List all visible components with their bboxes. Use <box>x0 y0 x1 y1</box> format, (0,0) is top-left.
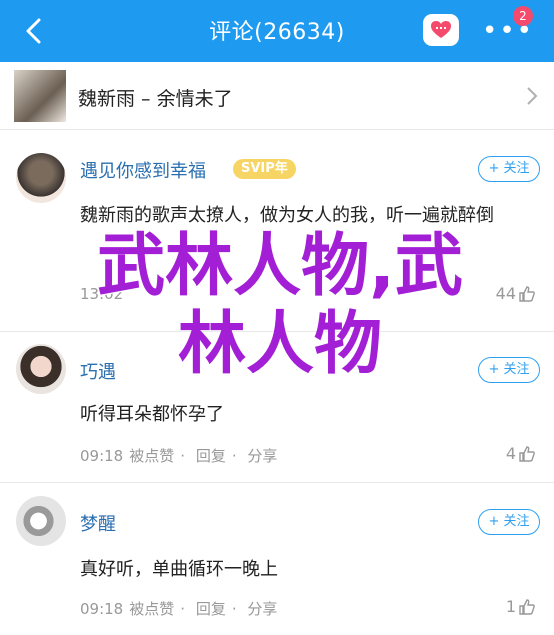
reply-button[interactable]: 回复 <box>196 600 226 618</box>
like-button[interactable]: 44 <box>496 284 536 303</box>
share-button[interactable]: 分享 <box>247 447 277 465</box>
comment-item: 巧遇 + 关注 听得耳朵都怀孕了 09:18 被点赞 · 回复 · 分享 4 <box>0 332 554 482</box>
song-cover-image <box>14 70 66 122</box>
comment-username[interactable]: 遇见你感到幸福 <box>80 157 206 183</box>
chevron-right-icon <box>527 87 538 105</box>
follow-button[interactable]: + 关注 <box>478 156 540 182</box>
avatar[interactable] <box>16 153 66 203</box>
follow-button[interactable]: + 关注 <box>478 509 540 535</box>
like-button[interactable]: 4 <box>506 444 536 463</box>
liked-by-author: 被点赞 <box>129 600 175 618</box>
follow-button[interactable]: + 关注 <box>478 357 540 383</box>
heart-chat-icon <box>431 21 451 38</box>
comment-item: 梦醒 + 关注 真好听，单曲循环一晚上 09:18 被点赞 · 回复 · 分享 1 <box>0 483 554 635</box>
comment-time: 09:18 <box>80 600 124 618</box>
comment-text: 魏新雨的歌声太撩人，做为女人的我，听一遍就醉倒 <box>80 205 494 226</box>
thumbs-up-icon <box>519 445 535 462</box>
favorite-button[interactable] <box>423 14 459 46</box>
comment-time: 09:18 <box>80 447 124 465</box>
like-button[interactable]: 1 <box>506 597 536 616</box>
song-info-row[interactable]: 魏新雨 – 余情未了 <box>0 62 554 130</box>
avatar[interactable] <box>16 496 66 546</box>
thumbs-up-icon <box>519 285 535 302</box>
page-title: 评论(26634) <box>209 20 345 45</box>
comment-username[interactable]: 梦醒 <box>80 510 116 536</box>
comment-item: 遇见你感到幸福 SVIP年 + 关注 魏新雨的歌声太撩人，做为女人的我，听一遍就… <box>0 131 554 331</box>
song-title: 魏新雨 – 余情未了 <box>78 88 233 110</box>
reply-button[interactable]: 回复 <box>196 447 226 465</box>
thumbs-up-icon <box>519 598 535 615</box>
comment-text: 听得耳朵都怀孕了 <box>80 404 224 425</box>
notification-badge: 2 <box>513 6 533 26</box>
like-count: 44 <box>495 284 516 303</box>
comment-meta: 09:18 被点赞 · 回复 · 分享 <box>80 447 278 465</box>
comment-meta: 13:02 <box>80 285 129 303</box>
share-button[interactable]: 分享 <box>247 600 277 618</box>
comment-text: 真好听，单曲循环一晚上 <box>80 559 278 580</box>
svip-badge: SVIP年 <box>233 159 296 179</box>
comment-meta: 09:18 被点赞 · 回复 · 分享 <box>80 600 278 618</box>
comment-username[interactable]: 巧遇 <box>80 358 116 384</box>
like-count: 4 <box>505 444 516 463</box>
avatar[interactable] <box>16 344 66 394</box>
liked-by-author: 被点赞 <box>129 447 175 465</box>
comment-time: 13:02 <box>80 285 124 303</box>
top-bar: 评论(26634) ••• 2 <box>0 0 554 62</box>
like-count: 1 <box>505 597 516 616</box>
